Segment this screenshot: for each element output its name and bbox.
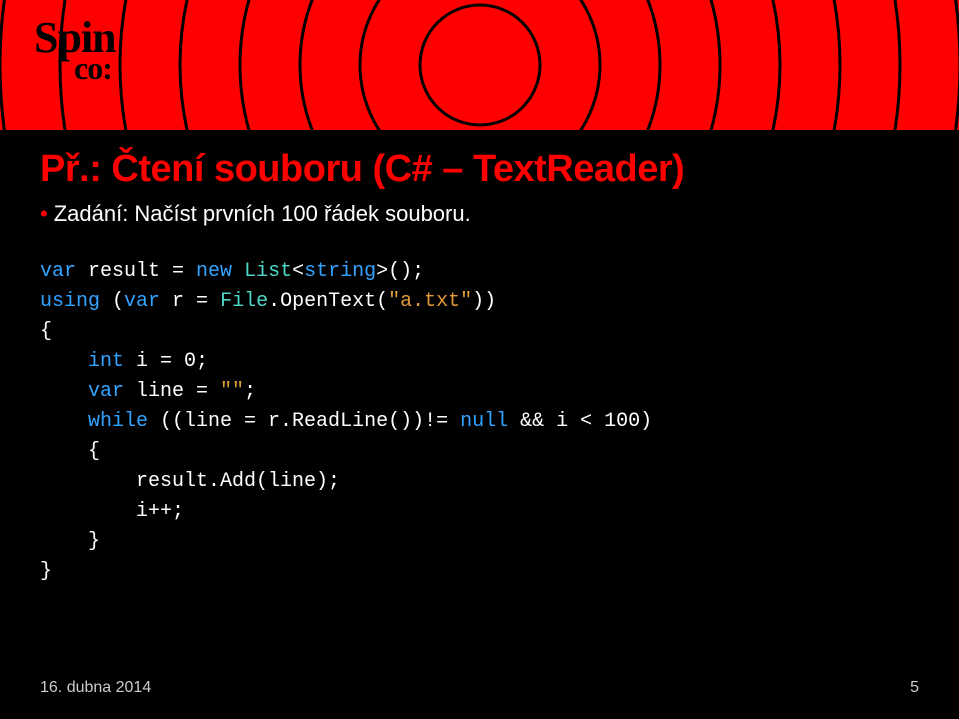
slide-title: Př.: Čtení souboru (C# – TextReader)	[40, 148, 919, 191]
logo: Spin co:	[34, 18, 116, 82]
footer-date: 16. dubna 2014	[40, 679, 151, 697]
code-block: var result = new List<string>(); using (…	[40, 257, 919, 587]
slide-subtitle: •Zadání: Načíst prvních 100 řádek soubor…	[40, 201, 919, 227]
subtitle-text: Zadání: Načíst prvních 100 řádek souboru…	[54, 201, 471, 226]
kw: int	[88, 350, 124, 373]
header-banner: Spin co:	[0, 0, 959, 130]
footer: 16. dubna 2014 5	[40, 679, 919, 697]
rings-decoration	[0, 0, 959, 130]
kw: var	[88, 380, 124, 403]
kw: null	[460, 410, 508, 433]
type: List	[244, 260, 292, 283]
kw: var	[124, 290, 160, 313]
type: File	[220, 290, 268, 313]
kw: var	[40, 260, 76, 283]
kw: string	[304, 260, 376, 283]
kw: using	[40, 290, 100, 313]
string: "a.txt"	[388, 290, 472, 313]
bullet-icon: •	[40, 201, 48, 226]
slide-content: Př.: Čtení souboru (C# – TextReader) •Za…	[0, 130, 959, 587]
kw: while	[88, 410, 148, 433]
logo-line2: co:	[74, 54, 116, 83]
kw: new	[196, 260, 232, 283]
string: ""	[220, 380, 244, 403]
footer-page: 5	[910, 679, 919, 697]
